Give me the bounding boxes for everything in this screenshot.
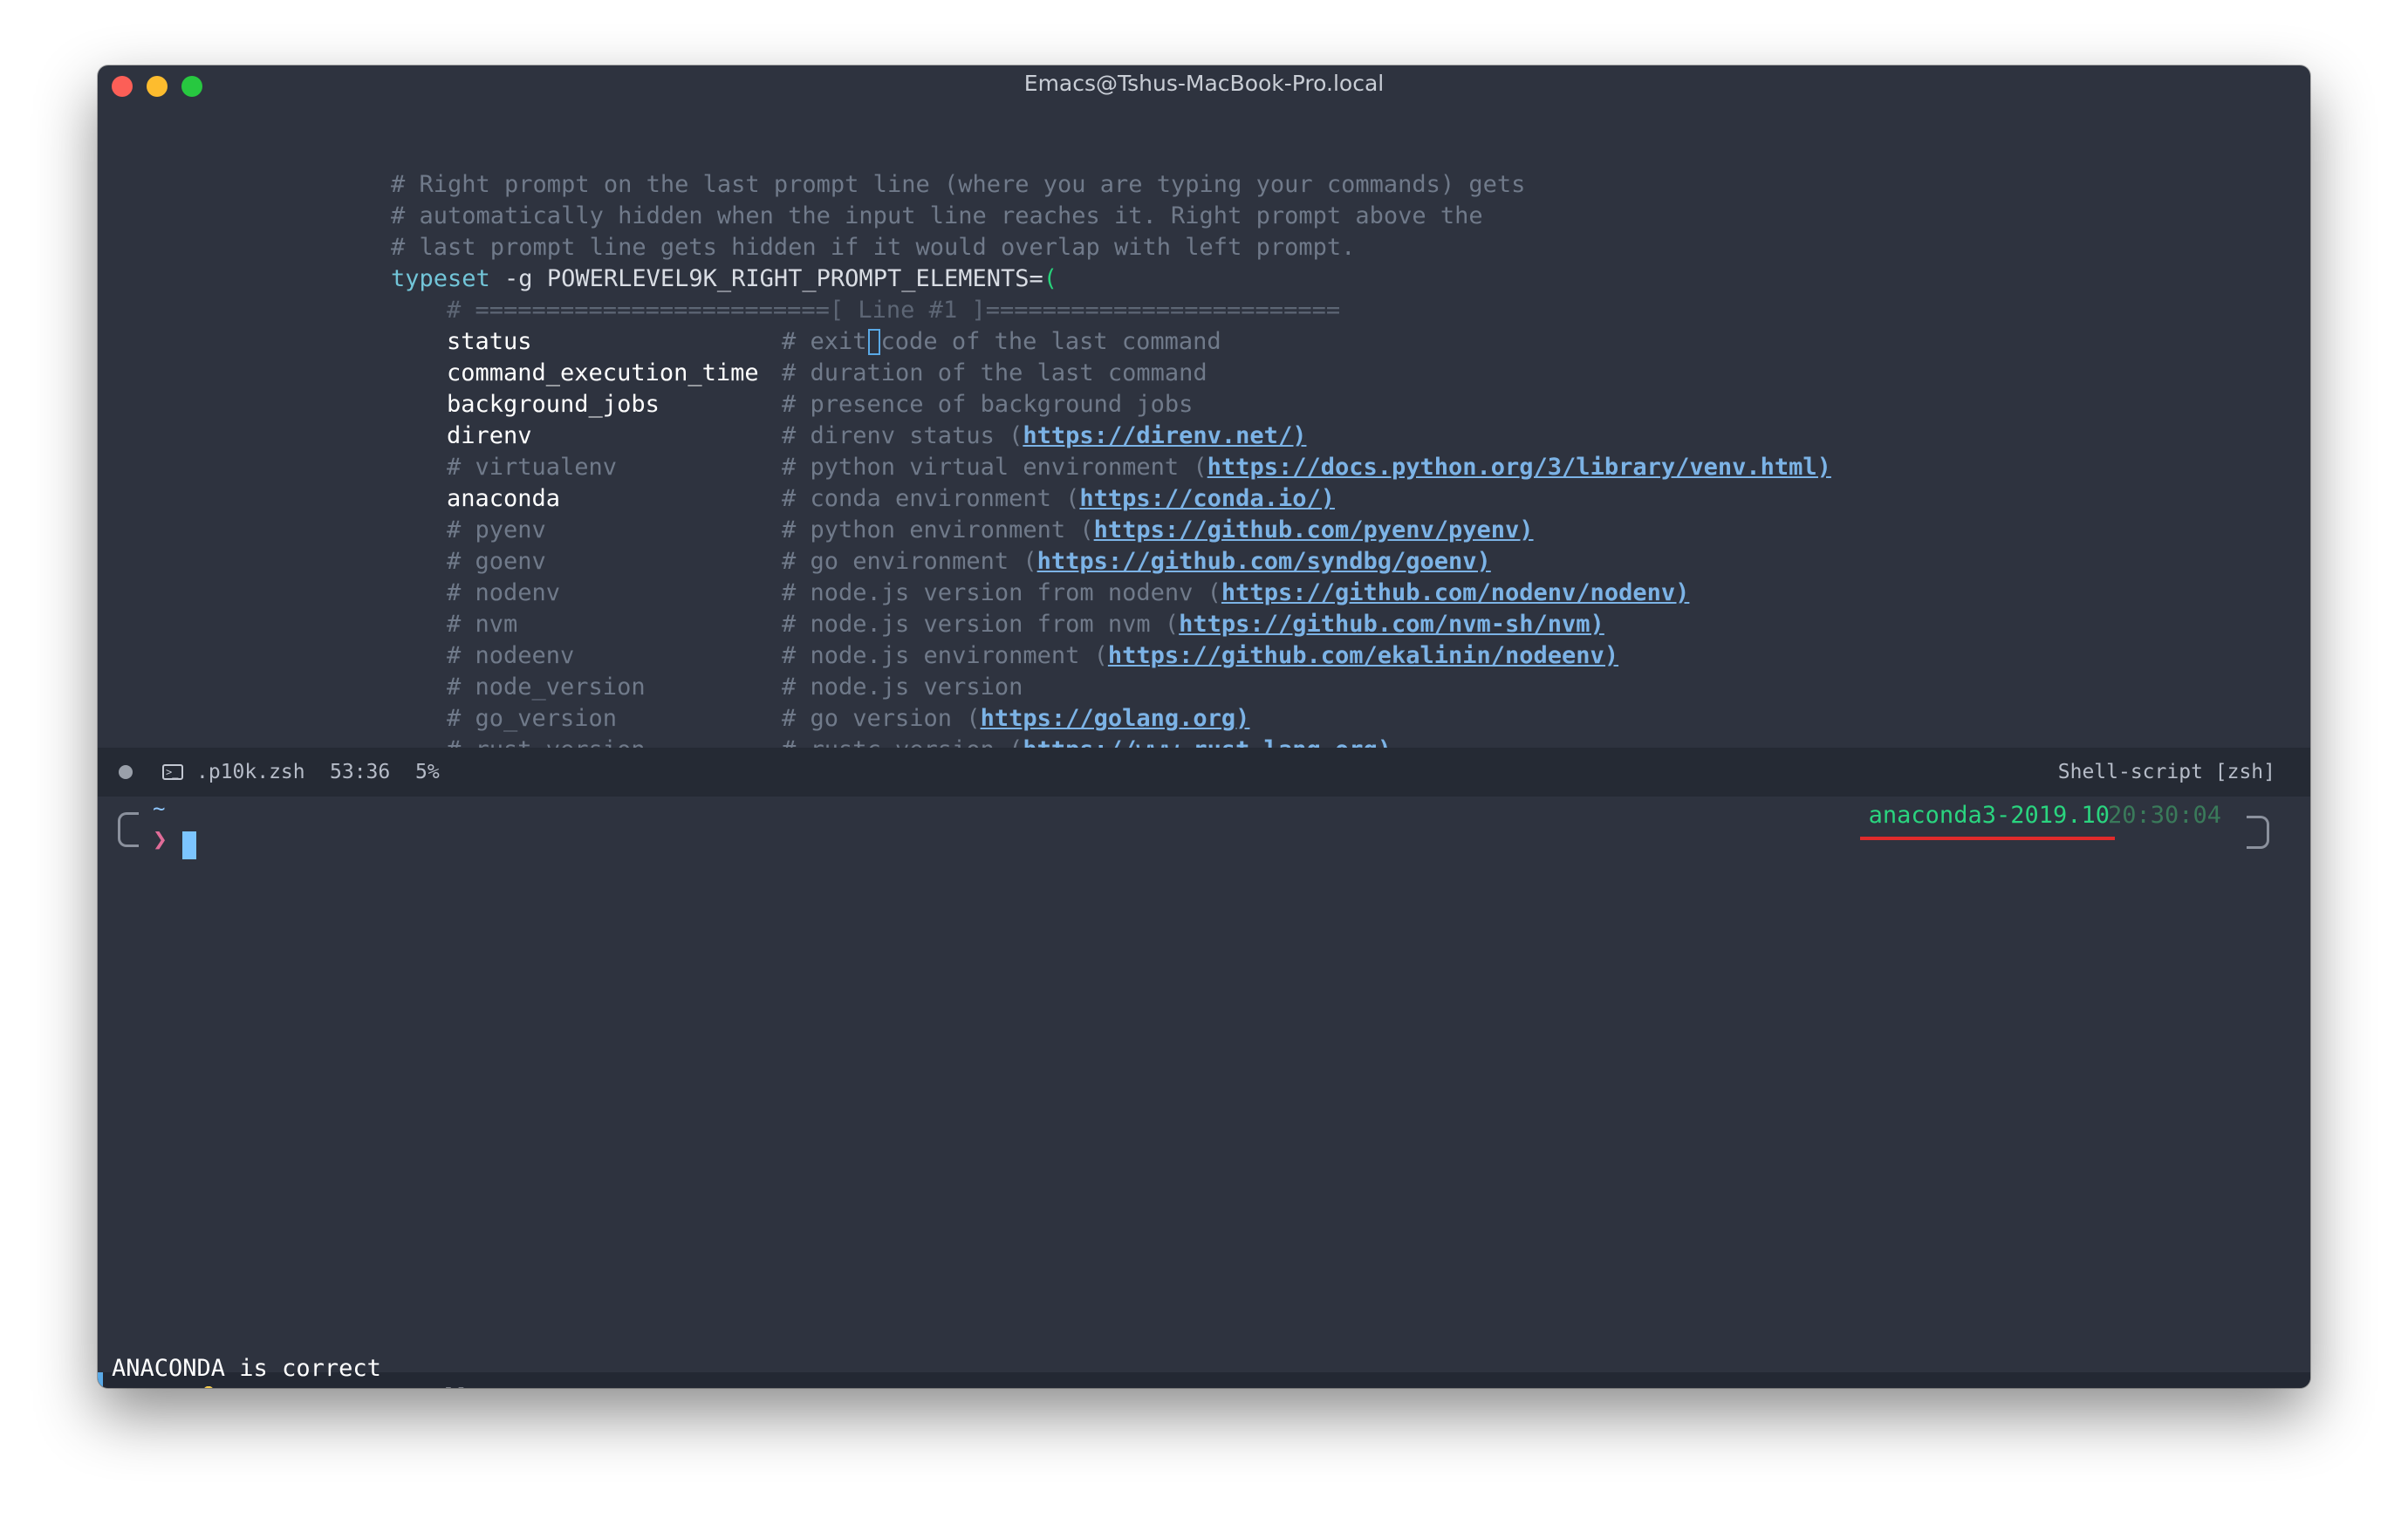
modeline-bottom: >_ *vterm-1* 2:5 All @Spacemacs VTerm bbox=[98, 1372, 2310, 1388]
open-paren: ( bbox=[1043, 265, 1058, 292]
element-name-commented: # rust_version bbox=[447, 735, 646, 748]
section-separator: # =========================[ Line #1 ]==… bbox=[447, 297, 1341, 324]
element-comment: # python environment (https://github.com… bbox=[782, 516, 1534, 544]
element-name: direnv bbox=[447, 422, 532, 449]
keyword-typeset: typeset bbox=[391, 265, 490, 292]
element-comment: # node.js version bbox=[782, 674, 1023, 701]
project-name[interactable]: @Spacemacs bbox=[2065, 1372, 2192, 1388]
prompt-time: 20:30:04 bbox=[2107, 802, 2221, 829]
prompt-frame-left bbox=[118, 812, 139, 847]
prompt-frame-right bbox=[2247, 816, 2269, 849]
cursor-position: 53:36 bbox=[330, 761, 391, 783]
code-editor[interactable]: # Right prompt on the last prompt line (… bbox=[98, 105, 2310, 748]
typeset-line: typeset -g POWERLEVEL9K_RIGHT_PROMPT_ELE… bbox=[391, 263, 1057, 295]
window-title: Emacs@Tshus-MacBook-Pro.local bbox=[1023, 71, 1385, 96]
url-link[interactable]: https://github.com/nvm-sh/nvm) bbox=[1179, 611, 1604, 638]
text-cursor bbox=[867, 329, 880, 355]
element-name: command_execution_time bbox=[447, 359, 759, 386]
element-comment: # presence of background jobs bbox=[782, 391, 1194, 418]
element-comment: # node.js environment (https://github.co… bbox=[782, 642, 1619, 669]
prompt-directory: ~ bbox=[153, 797, 166, 821]
element-name: anaconda bbox=[447, 485, 561, 512]
cursor-position: 2:5 All bbox=[381, 1372, 469, 1388]
url-link[interactable]: https://conda.io/) bbox=[1079, 485, 1335, 512]
terminal-icon: >_ bbox=[162, 764, 183, 780]
element-name-commented: # pyenv bbox=[447, 516, 546, 544]
url-link[interactable]: https://docs.python.org/3/library/venv.h… bbox=[1207, 454, 1831, 481]
element-name: background_jobs bbox=[447, 391, 660, 418]
element-name-commented: # go_version bbox=[447, 705, 618, 732]
url-link[interactable]: https://github.com/ekalinin/nodeenv) bbox=[1108, 642, 1618, 669]
url-link[interactable]: https://www.rust-lang.org) bbox=[1023, 736, 1392, 748]
active-window-indicator bbox=[98, 1372, 103, 1388]
vterm-pane[interactable]: ~ ❯ anaconda3-2019.10 20:30:04 bbox=[98, 797, 2310, 1372]
element-comment: # node.js version from nodenv (https://g… bbox=[782, 579, 1690, 606]
anaconda-env: anaconda3-2019.10 bbox=[1868, 802, 2110, 829]
element-comment: # exit code of the last command bbox=[782, 328, 1221, 355]
red-underline-annotation bbox=[1860, 837, 2115, 840]
terminal-cursor bbox=[182, 831, 196, 859]
element-name-commented: # nodenv bbox=[447, 579, 561, 606]
status-dot-icon bbox=[119, 765, 133, 779]
element-comment: # node.js version from nvm (https://gith… bbox=[782, 611, 1604, 638]
element-comment: # duration of the last command bbox=[782, 359, 1207, 386]
element-name-commented: # node_version bbox=[447, 674, 646, 701]
emacs-window: Emacs@Tshus-MacBook-Pro.local # Right pr… bbox=[98, 65, 2310, 1388]
url-link[interactable]: https://github.com/nodenv/nodenv) bbox=[1221, 579, 1689, 606]
element-comment: # conda environment (https://conda.io/) bbox=[782, 485, 1335, 512]
major-mode[interactable]: Shell-script [zsh] bbox=[2058, 748, 2275, 797]
typeset-args: -g POWERLEVEL9K_RIGHT_PROMPT_ELEMENTS= bbox=[489, 265, 1043, 292]
modeline-top: >_ .p10k.zsh 53:36 5% Shell-script [zsh] bbox=[98, 748, 2310, 797]
lock-icon bbox=[204, 1386, 213, 1388]
element-comment: # direnv status (https://direnv.net/) bbox=[782, 422, 1307, 449]
element-name-commented: # nodeenv bbox=[447, 642, 575, 669]
url-link[interactable]: https://golang.org) bbox=[981, 705, 1250, 732]
title-bar: Emacs@Tshus-MacBook-Pro.local bbox=[98, 65, 2310, 109]
element-comment: # go environment (https://github.com/syn… bbox=[782, 548, 1491, 575]
prompt-arrow: ❯ bbox=[153, 824, 168, 853]
buffer-filename[interactable]: .p10k.zsh bbox=[196, 748, 305, 797]
element-name-commented: # virtualenv bbox=[447, 454, 618, 481]
element-name-commented: # nvm bbox=[447, 611, 518, 638]
major-mode[interactable]: VTerm bbox=[2239, 1372, 2302, 1388]
element-comment: # rustc version (https://www.rust-lang.o… bbox=[782, 735, 1392, 748]
buffer-percent: 5% bbox=[415, 761, 440, 783]
element-comment: # python virtual environment (https://do… bbox=[782, 454, 1831, 481]
comment-line: # last prompt line gets hidden if it wou… bbox=[391, 234, 1356, 261]
url-link[interactable]: https://github.com/syndbg/goenv) bbox=[1037, 548, 1491, 575]
comment-line: # Right prompt on the last prompt line (… bbox=[391, 171, 1526, 198]
element-name: status bbox=[447, 328, 532, 355]
url-link[interactable]: https://github.com/pyenv/pyenv) bbox=[1094, 516, 1534, 544]
comment-line: # automatically hidden when the input li… bbox=[391, 202, 1483, 229]
echo-area: ANACONDA is correct bbox=[112, 1355, 381, 1382]
element-name-commented: # goenv bbox=[447, 548, 546, 575]
url-link[interactable]: https://direnv.net/) bbox=[1023, 422, 1306, 449]
element-comment: # go version (https://golang.org) bbox=[782, 705, 1250, 732]
